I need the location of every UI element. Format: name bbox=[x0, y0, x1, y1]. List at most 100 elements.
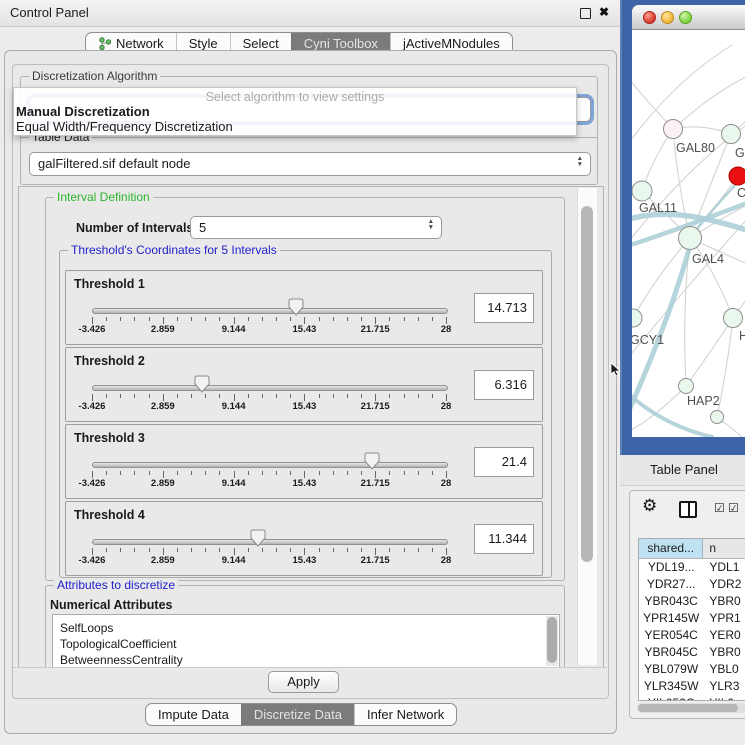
tick bbox=[276, 471, 277, 475]
table-row[interactable]: YER054CYER0 bbox=[639, 627, 745, 644]
shared-name-cell: YDR27... bbox=[639, 576, 703, 593]
threshold-panel: Threshold 4-3.4262.8599.14415.4321.71528… bbox=[65, 501, 543, 576]
slider-thumb[interactable] bbox=[288, 298, 304, 316]
shared-name-cell: YBR045C bbox=[639, 644, 703, 661]
tick bbox=[361, 471, 362, 475]
apply-button[interactable]: Apply bbox=[268, 671, 339, 693]
tick bbox=[262, 471, 263, 475]
tick bbox=[163, 317, 164, 324]
node-table[interactable]: shared...n YDL19...YDL1YDR27...YDR2YBR04… bbox=[638, 538, 745, 701]
threshold-value-field[interactable]: 11.344 bbox=[474, 524, 534, 554]
network-node-node-bottom[interactable] bbox=[711, 411, 724, 424]
table-row[interactable]: YBR043CYBR0 bbox=[639, 593, 745, 610]
table-horizontal-scrollbar[interactable] bbox=[637, 703, 745, 713]
tick bbox=[361, 317, 362, 321]
network-node-gal4[interactable] bbox=[679, 227, 702, 250]
attribute-item[interactable]: TopologicalCoefficient bbox=[53, 636, 559, 652]
tick bbox=[248, 548, 249, 552]
network-node-hap2[interactable] bbox=[679, 379, 694, 394]
tick bbox=[361, 548, 362, 552]
algorithm-option[interactable]: Manual Discretization bbox=[16, 104, 150, 119]
tab-impute-data[interactable]: Impute Data bbox=[146, 704, 241, 725]
tick-label: 21.715 bbox=[361, 555, 390, 566]
tick bbox=[375, 317, 376, 324]
tick bbox=[234, 317, 235, 324]
attribute-item[interactable]: SelfLoops bbox=[53, 620, 559, 636]
slider-thumb[interactable] bbox=[250, 529, 266, 547]
attribute-item[interactable]: BetweennessCentrality bbox=[53, 652, 559, 668]
tick bbox=[92, 317, 93, 324]
tick bbox=[432, 317, 433, 321]
network-node-node-right-mid[interactable] bbox=[724, 309, 743, 328]
table-row[interactable]: YBL079WYBL0 bbox=[639, 661, 745, 678]
slider-thumb[interactable] bbox=[194, 375, 210, 393]
num-intervals-select[interactable]: 5 ▲▼ bbox=[190, 216, 442, 239]
checkbox-icon[interactable]: ☑ bbox=[714, 501, 725, 515]
numerical-attributes-label: Numerical Attributes bbox=[50, 598, 172, 612]
slider-track[interactable] bbox=[92, 462, 448, 468]
close-traffic-light-icon[interactable] bbox=[643, 11, 656, 24]
network-node-node-right-top[interactable] bbox=[722, 125, 741, 144]
tab-label: Discretize Data bbox=[254, 704, 342, 725]
scrollbar-thumb[interactable] bbox=[581, 206, 593, 562]
tick-marks bbox=[92, 317, 446, 325]
tick bbox=[149, 471, 150, 475]
slider-track[interactable] bbox=[92, 385, 448, 391]
tick-label: -3.426 bbox=[79, 478, 106, 489]
threshold-panel: Threshold 3-3.4262.8599.14415.4321.71528… bbox=[65, 424, 543, 499]
tick bbox=[432, 471, 433, 475]
gear-icon[interactable]: ⚙ bbox=[642, 496, 657, 516]
network-node-gcy1[interactable] bbox=[632, 309, 642, 327]
interval-definition-group: Interval Definition Number of Intervals … bbox=[45, 197, 565, 581]
table-row[interactable]: YPR145WYPR1 bbox=[639, 610, 745, 627]
table-row[interactable]: YBR045CYBR0 bbox=[639, 644, 745, 661]
close-icon[interactable]: ✖ bbox=[599, 5, 609, 19]
shared-name-cell: YLR345W bbox=[639, 678, 703, 695]
tab-discretize-data[interactable]: Discretize Data bbox=[241, 704, 354, 725]
name-cell: YBR0 bbox=[703, 644, 745, 661]
tick bbox=[446, 394, 447, 401]
attributes-scrollbar[interactable] bbox=[546, 616, 558, 666]
tick bbox=[134, 471, 135, 475]
attributes-list[interactable]: SelfLoopsTopologicalCoefficientBetweenne… bbox=[52, 614, 560, 668]
algorithm-option[interactable]: Equal Width/Frequency Discretization bbox=[16, 119, 233, 134]
tick bbox=[248, 471, 249, 475]
slider-thumb[interactable] bbox=[364, 452, 380, 470]
combo-stepper-icon: ▲▼ bbox=[428, 219, 434, 231]
shared-name-cell: YER054C bbox=[639, 627, 703, 644]
network-node-gal80[interactable] bbox=[664, 120, 683, 139]
tick bbox=[290, 317, 291, 321]
table-row[interactable]: YIL052CYIL0 bbox=[639, 695, 745, 701]
threshold-value-field[interactable]: 21.4 bbox=[474, 447, 534, 477]
slider-track[interactable] bbox=[92, 539, 448, 545]
tab-infer-network[interactable]: Infer Network bbox=[354, 704, 456, 725]
tick bbox=[276, 548, 277, 552]
tick bbox=[234, 394, 235, 401]
name-cell: YBL0 bbox=[703, 661, 745, 678]
table-data-group: Table Data galFiltered.sif default node … bbox=[20, 137, 598, 185]
tick-label: 2.859 bbox=[151, 555, 175, 566]
column-header[interactable]: n bbox=[703, 539, 745, 558]
settings-scrollbar[interactable] bbox=[577, 188, 597, 665]
network-node-selected-node[interactable] bbox=[729, 167, 745, 185]
columns-icon[interactable] bbox=[679, 501, 697, 518]
thresholds-group-title: Threshold's Coordinates for 5 Intervals bbox=[68, 243, 280, 257]
slider-track[interactable] bbox=[92, 308, 448, 314]
table-row[interactable]: YLR345WYLR3 bbox=[639, 678, 745, 695]
table-row[interactable]: YDR27...YDR2 bbox=[639, 576, 745, 593]
zoom-traffic-light-icon[interactable] bbox=[679, 11, 692, 24]
table-data-select[interactable]: galFiltered.sif default node ▲▼ bbox=[29, 152, 591, 176]
tick bbox=[404, 548, 405, 552]
network-node-gal11[interactable] bbox=[632, 181, 652, 201]
network-canvas[interactable]: GAL80GCGAL11GAL4GCY1HHAP2 bbox=[632, 30, 745, 437]
table-row[interactable]: YDL19...YDL1 bbox=[639, 559, 745, 576]
float-window-icon[interactable] bbox=[580, 8, 591, 19]
checkbox-icon[interactable]: ☑ bbox=[728, 501, 739, 515]
minimize-traffic-light-icon[interactable] bbox=[661, 11, 674, 24]
threshold-value-field[interactable]: 6.316 bbox=[474, 370, 534, 400]
tick bbox=[375, 471, 376, 478]
column-header[interactable]: shared... bbox=[639, 539, 703, 558]
tick bbox=[446, 548, 447, 555]
tick bbox=[219, 394, 220, 398]
threshold-value-field[interactable]: 14.713 bbox=[474, 293, 534, 323]
